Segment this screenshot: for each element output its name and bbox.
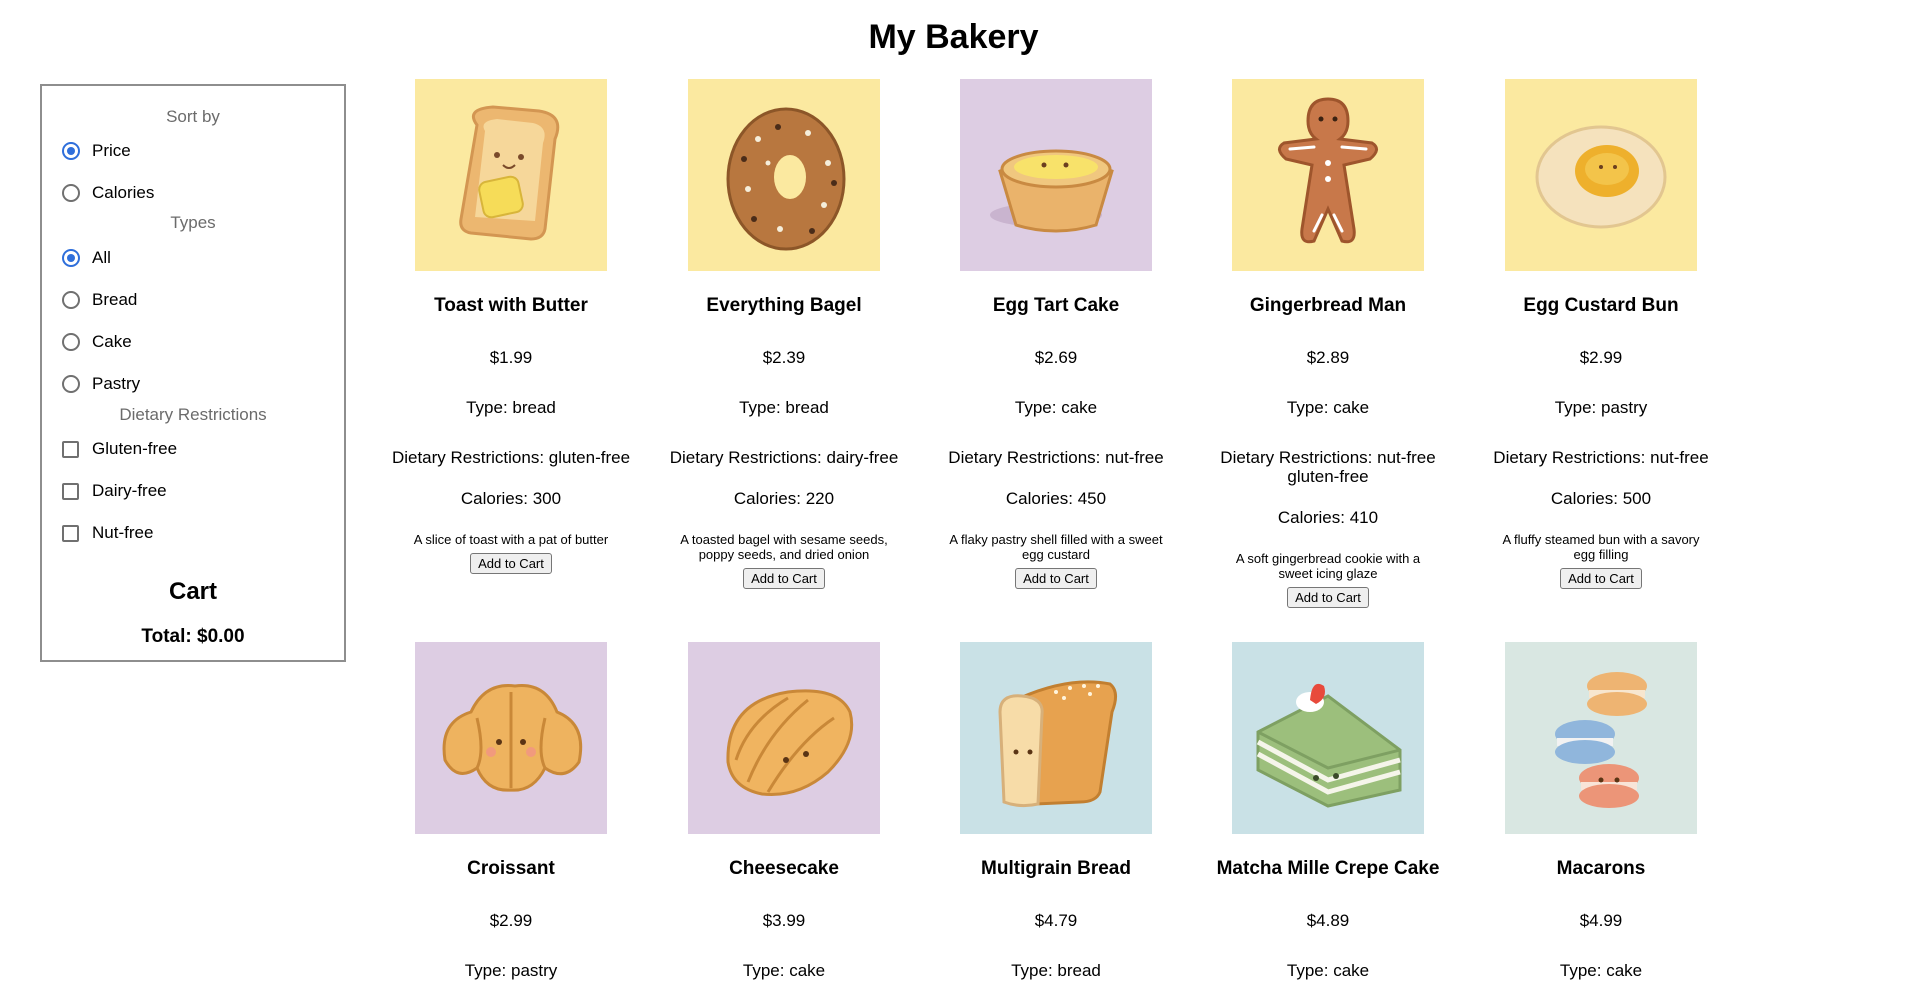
macarons-icon bbox=[1505, 642, 1697, 834]
product-diet: Dietary Restrictions: nut-free bbox=[948, 448, 1164, 467]
gingerbread-icon bbox=[1232, 79, 1424, 271]
type-option-cake[interactable]: Cake bbox=[62, 329, 132, 355]
radio-icon[interactable] bbox=[62, 333, 80, 351]
type-option-pastry[interactable]: Pastry bbox=[62, 371, 140, 397]
product-name: Matcha Mille Crepe Cake bbox=[1216, 858, 1440, 879]
product-calories: Calories: 300 bbox=[460, 489, 562, 508]
custard-bun-icon bbox=[1505, 79, 1697, 271]
product-price: $1.99 bbox=[489, 348, 533, 367]
product-card: Matcha Mille Crepe Cake $4.89 Type: cake bbox=[1198, 642, 1458, 981]
add-to-cart-button[interactable]: Add to Cart bbox=[1015, 568, 1097, 589]
product-card: Cheesecake $3.99 Type: cake bbox=[654, 642, 914, 981]
radio-icon[interactable] bbox=[62, 291, 80, 309]
product-card: Egg Tart Cake $2.69 Type: cake Dietary R… bbox=[926, 79, 1186, 589]
filter-sidebar: Sort by Price Calories Types All Bread C… bbox=[40, 84, 346, 662]
product-name: Toast with Butter bbox=[434, 295, 588, 316]
product-price: $2.99 bbox=[489, 911, 533, 930]
radio-icon[interactable] bbox=[62, 142, 80, 160]
product-calories: Calories: 500 bbox=[1550, 489, 1652, 508]
product-price: $2.69 bbox=[1034, 348, 1078, 367]
product-description: A fluffy steamed bun with a savory egg f… bbox=[1502, 532, 1700, 562]
product-description: A slice of toast with a pat of butter bbox=[413, 532, 609, 547]
product-name: Egg Tart Cake bbox=[992, 295, 1120, 316]
add-to-cart-button[interactable]: Add to Cart bbox=[1560, 568, 1642, 589]
add-to-cart-button[interactable]: Add to Cart bbox=[1287, 587, 1369, 608]
product-type: Type: bread bbox=[1011, 961, 1101, 980]
product-price: $4.99 bbox=[1579, 911, 1623, 930]
type-option-bread[interactable]: Bread bbox=[62, 287, 137, 313]
crepe-cake-icon bbox=[1232, 642, 1424, 834]
product-price: $4.79 bbox=[1034, 911, 1078, 930]
product-card: Gingerbread Man $2.89 Type: cake Dietary… bbox=[1198, 79, 1458, 608]
cart-total: Total: $0.00 bbox=[141, 626, 245, 647]
sort-title: Sort by bbox=[166, 107, 220, 126]
product-type: Type: cake bbox=[1286, 398, 1370, 417]
diet-option-nut-free[interactable]: Nut-free bbox=[62, 520, 153, 546]
radio-icon[interactable] bbox=[62, 375, 80, 393]
product-diet: Dietary Restrictions: dairy-free bbox=[669, 448, 899, 467]
add-to-cart-button[interactable]: Add to Cart bbox=[743, 568, 825, 589]
product-type: Type: bread bbox=[739, 398, 829, 417]
checkbox-icon[interactable] bbox=[62, 440, 79, 458]
bagel-icon bbox=[688, 79, 880, 271]
product-calories: Calories: 450 bbox=[1005, 489, 1107, 508]
product-card: Everything Bagel $2.39 Type: bread Dieta… bbox=[654, 79, 914, 589]
product-card: Egg Custard Bun $2.99 Type: pastry Dieta… bbox=[1471, 79, 1731, 589]
product-type: Type: pastry bbox=[1554, 398, 1648, 417]
bread-loaf-icon bbox=[960, 642, 1152, 834]
product-description: A soft gingerbread cookie with a sweet i… bbox=[1235, 551, 1421, 581]
radio-icon[interactable] bbox=[62, 184, 80, 202]
checkbox-icon[interactable] bbox=[62, 482, 79, 500]
product-name: Multigrain Bread bbox=[981, 858, 1131, 879]
product-name: Croissant bbox=[467, 858, 555, 879]
product-card: Macarons $4.99 Type: cake bbox=[1471, 642, 1731, 981]
product-type: Type: cake bbox=[1559, 961, 1643, 980]
egg-tart-icon bbox=[960, 79, 1152, 271]
product-calories: Calories: 410 bbox=[1277, 508, 1379, 527]
product-type: Type: bread bbox=[466, 398, 556, 417]
product-diet: Dietary Restrictions: nut-free gluten-fr… bbox=[1220, 448, 1436, 486]
radio-icon[interactable] bbox=[62, 249, 80, 267]
product-name: Macarons bbox=[1556, 858, 1646, 879]
toast-icon bbox=[415, 79, 607, 271]
product-calories: Calories: 220 bbox=[733, 489, 835, 508]
product-card: Croissant $2.99 Type: pastry bbox=[381, 642, 641, 981]
checkbox-icon[interactable] bbox=[62, 524, 79, 542]
product-card: Toast with Butter $1.99 Type: bread Diet… bbox=[381, 79, 641, 574]
product-type: Type: cake bbox=[1014, 398, 1098, 417]
add-to-cart-button[interactable]: Add to Cart bbox=[470, 553, 552, 574]
product-type: Type: pastry bbox=[464, 961, 558, 980]
product-price: $2.39 bbox=[762, 348, 806, 367]
diet-title: Dietary Restrictions bbox=[119, 405, 267, 424]
product-name: Gingerbread Man bbox=[1249, 295, 1407, 316]
product-type: Type: cake bbox=[742, 961, 826, 980]
diet-option-gluten-free[interactable]: Gluten-free bbox=[62, 436, 177, 462]
product-name: Everything Bagel bbox=[706, 295, 862, 316]
product-name: Cheesecake bbox=[729, 858, 839, 879]
product-diet: Dietary Restrictions: gluten-free bbox=[391, 448, 631, 467]
product-type: Type: cake bbox=[1286, 961, 1370, 980]
product-price: $2.99 bbox=[1579, 348, 1623, 367]
product-diet: Dietary Restrictions: nut-free bbox=[1493, 448, 1709, 467]
product-price: $2.89 bbox=[1306, 348, 1350, 367]
sort-option-price[interactable]: Price bbox=[62, 138, 131, 164]
product-description: A flaky pastry shell filled with a sweet… bbox=[949, 532, 1163, 562]
product-card: Multigrain Bread $4.79 Type: bread bbox=[926, 642, 1186, 981]
product-price: $4.89 bbox=[1306, 911, 1350, 930]
page-title: My Bakery bbox=[868, 18, 1039, 56]
product-name: Egg Custard Bun bbox=[1523, 295, 1679, 316]
sort-option-calories[interactable]: Calories bbox=[62, 180, 154, 206]
product-price: $3.99 bbox=[762, 911, 806, 930]
product-description: A toasted bagel with sesame seeds, poppy… bbox=[680, 532, 888, 562]
cart-title: Cart bbox=[168, 578, 217, 605]
diet-option-dairy-free[interactable]: Dairy-free bbox=[62, 478, 167, 504]
croissant-icon bbox=[415, 642, 607, 834]
cheesecake-icon bbox=[688, 642, 880, 834]
types-title: Types bbox=[170, 213, 216, 232]
type-option-all[interactable]: All bbox=[62, 245, 111, 271]
